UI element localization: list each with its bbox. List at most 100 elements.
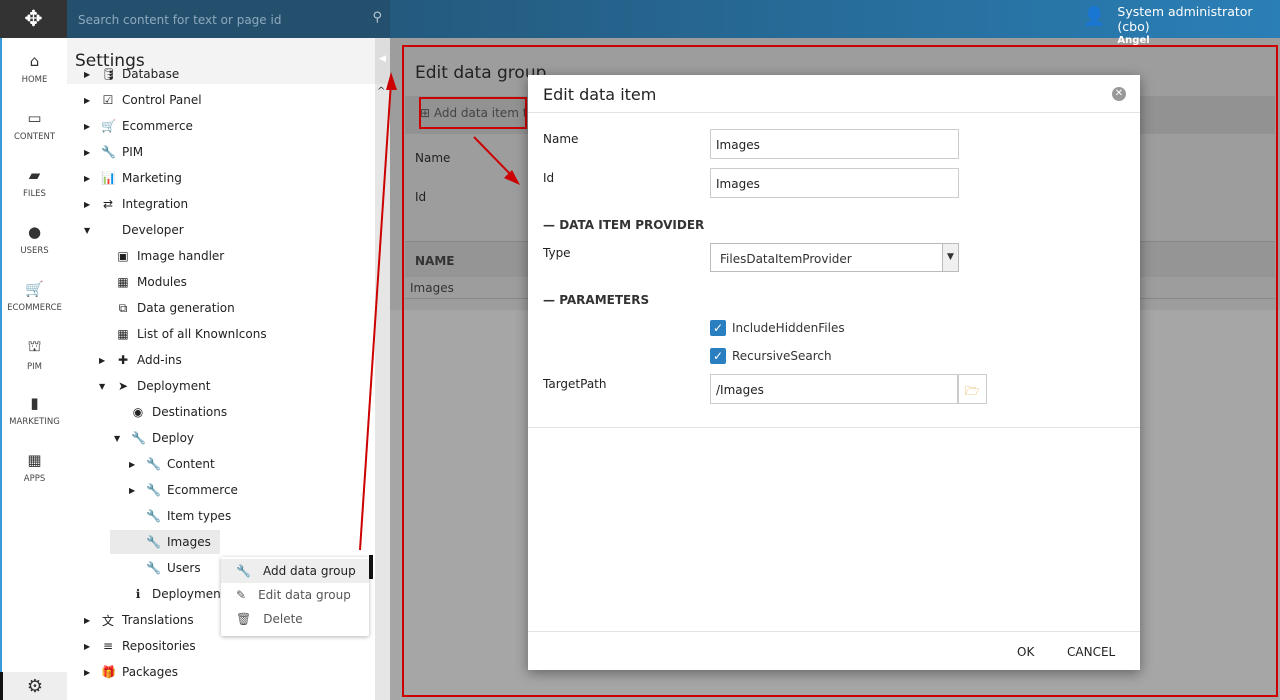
section-parameters-label: PARAMETERS [559, 293, 650, 307]
tree-item[interactable]: ▶ ☑ Control Panel [67, 88, 367, 112]
tree-item-label: Images [167, 535, 211, 549]
logo[interactable]: ✥ [0, 0, 67, 38]
tree-item[interactable]: ▦ List of all KnownIcons [67, 322, 367, 346]
nav-item-marketing[interactable]: ▮ MARKETING [2, 380, 67, 437]
tree-item[interactable]: ▶ ≡ Repositories [67, 634, 367, 658]
include-hidden-files-checkbox[interactable]: ✓ IncludeHiddenFiles [710, 320, 845, 336]
user-menu[interactable]: 👤 System administrator (cbo) Angel [1083, 4, 1280, 47]
name-input[interactable]: Images [710, 129, 959, 159]
tree-item[interactable]: 🔧 Images [110, 530, 220, 554]
left-nav: ⌂ HOME ▭ CONTENT ▰ FILES ● USERS 🛒 ECOMMERCE ⛫ PIM ▮… [0, 38, 67, 700]
close-icon[interactable]: ✕ [1112, 87, 1126, 101]
bar-chart-icon: ▮ [30, 394, 39, 412]
caret-right-icon[interactable]: ▶ [84, 148, 90, 157]
search-input[interactable]: Search content for text or page id ⚲ [67, 0, 390, 38]
grid-icon: ▦ [117, 327, 129, 341]
tree-item[interactable]: ⧉ Data generation [67, 296, 367, 320]
search-placeholder: Search content for text or page id [78, 13, 282, 27]
ok-button[interactable]: OK [1017, 645, 1034, 659]
checkbox-checked-icon[interactable]: ✓ [710, 348, 726, 364]
tree-item[interactable]: ▶ ⇄ Integration [67, 192, 367, 216]
caret-right-icon[interactable]: ▶ [84, 616, 90, 625]
tree-item[interactable]: ◉ Destinations [67, 400, 367, 424]
caret-right-icon[interactable]: ▶ [84, 642, 90, 651]
cancel-button[interactable]: CANCEL [1067, 645, 1115, 659]
tree-item-label: Image handler [137, 249, 225, 263]
folder-open-icon[interactable]: 🗁 [957, 374, 987, 404]
nav-item-content[interactable]: ▭ CONTENT [2, 95, 67, 152]
caret-right-icon[interactable]: ▶ [84, 668, 90, 677]
tree-item[interactable]: ▼ 🔧 Deploy [67, 426, 367, 450]
nav-item-pim[interactable]: ⛫ PIM [2, 323, 67, 380]
tree-item[interactable]: ▶ ✚ Add-ins [67, 348, 367, 372]
target-path-input[interactable]: /Images [710, 374, 959, 404]
caret-right-icon[interactable]: ▶ [84, 96, 90, 105]
nav-item-ecommerce[interactable]: 🛒 ECOMMERCE [2, 266, 67, 323]
tree-item[interactable]: ▶ 🛢 Database [67, 62, 367, 86]
nav-item-apps[interactable]: ▦ APPS [2, 437, 67, 494]
caret-right-icon[interactable]: ▶ [84, 122, 90, 131]
tree-item-label: Database [122, 67, 180, 81]
tree-item-label: Deploy [152, 431, 195, 445]
collapse-panel-icon[interactable]: ◀ [375, 38, 390, 84]
checkbox-checked-icon[interactable]: ✓ [710, 320, 726, 336]
section-provider[interactable]: — DATA ITEM PROVIDER [543, 218, 704, 232]
nav-label: FILES [23, 189, 46, 199]
id-label: Id [543, 171, 555, 185]
user-name: System administrator (cbo) [1117, 4, 1253, 34]
tree-item-label: Modules [137, 275, 187, 289]
nav-label: USERS [20, 246, 49, 256]
tree-item[interactable]: ▶ 🔧 PIM [67, 140, 367, 164]
nav-item-users[interactable]: ● USERS [2, 209, 67, 266]
context-menu-item[interactable]: ✎ Edit data group [221, 583, 369, 607]
tree-item[interactable]: ▶ 📊 Marketing [67, 166, 367, 190]
nav-label: HOME [21, 75, 48, 85]
nav-label: ECOMMERCE [7, 303, 62, 313]
tree-item-label: Add-ins [137, 353, 182, 367]
nav-item-home[interactable]: ⌂ HOME [2, 38, 67, 95]
database-icon: 🛢 [101, 67, 117, 81]
search-icon[interactable]: ⚲ [372, 10, 382, 25]
recursive-search-checkbox[interactable]: ✓ RecursiveSearch [710, 348, 832, 364]
name-label: Name [415, 151, 451, 165]
tree-item-label: Data generation [137, 301, 235, 315]
caret-down-icon[interactable]: ▼ [114, 434, 120, 443]
section-parameters[interactable]: — PARAMETERS [543, 293, 649, 307]
tree-item[interactable]: ▶ 🔧 Content [67, 452, 367, 476]
tree-item[interactable]: ▦ Modules [67, 270, 367, 294]
caret-right-icon[interactable]: ▶ [129, 486, 135, 495]
tree-item-label: Deployment [137, 379, 211, 393]
caret-right-icon[interactable]: ▶ [84, 70, 90, 79]
image-icon: ▣ [117, 249, 129, 263]
add-data-item-button[interactable]: ⊞ Add data item t [420, 106, 527, 120]
id-input[interactable]: Images [710, 168, 959, 198]
panel-scrollbar[interactable]: ◀ ^ [375, 38, 390, 700]
chevron-down-icon[interactable]: ▼ [942, 244, 958, 271]
tree-item[interactable]: ▶ 🔧 Ecommerce [67, 478, 367, 502]
caret-right-icon[interactable]: ▶ [99, 356, 105, 365]
caret-right-icon[interactable]: ▶ [129, 460, 135, 469]
translate-icon: 文 [101, 613, 114, 628]
caret-right-icon[interactable]: ▶ [84, 174, 90, 183]
nav-item-files[interactable]: ▰ FILES [2, 152, 67, 209]
context-menu-item[interactable]: 🔧 Add data group [221, 559, 369, 583]
tree-item[interactable]: 🔧 Item types [67, 504, 367, 528]
checkbox-label: IncludeHiddenFiles [732, 321, 845, 335]
type-label: Type [543, 246, 571, 260]
tree-item-label: Integration [122, 197, 189, 211]
dialog-title: Edit data item [528, 75, 1140, 113]
context-menu-item[interactable]: 🗑 Delete [221, 607, 369, 631]
nav-label: CONTENT [13, 132, 56, 142]
caret-right-icon[interactable]: ▶ [84, 200, 90, 209]
tree-item[interactable]: ▣ Image handler [67, 244, 367, 268]
tree-item[interactable]: ▶ 🎁 Packages [67, 660, 367, 684]
tree-item[interactable]: ▼ Developer [67, 218, 367, 242]
scroll-up-icon[interactable]: ^ [377, 86, 385, 97]
caret-down-icon[interactable]: ▼ [84, 226, 90, 235]
tree-item[interactable]: ▶ 🛒 Ecommerce [67, 114, 367, 138]
type-select[interactable]: FilesDataItemProvider ▼ [710, 243, 959, 272]
settings-gear-icon[interactable]: ⚙ [0, 672, 67, 700]
caret-down-icon[interactable]: ▼ [99, 382, 105, 391]
tree-item[interactable]: ▼ ➤ Deployment [67, 374, 367, 398]
nav-label: MARKETING [9, 417, 60, 427]
